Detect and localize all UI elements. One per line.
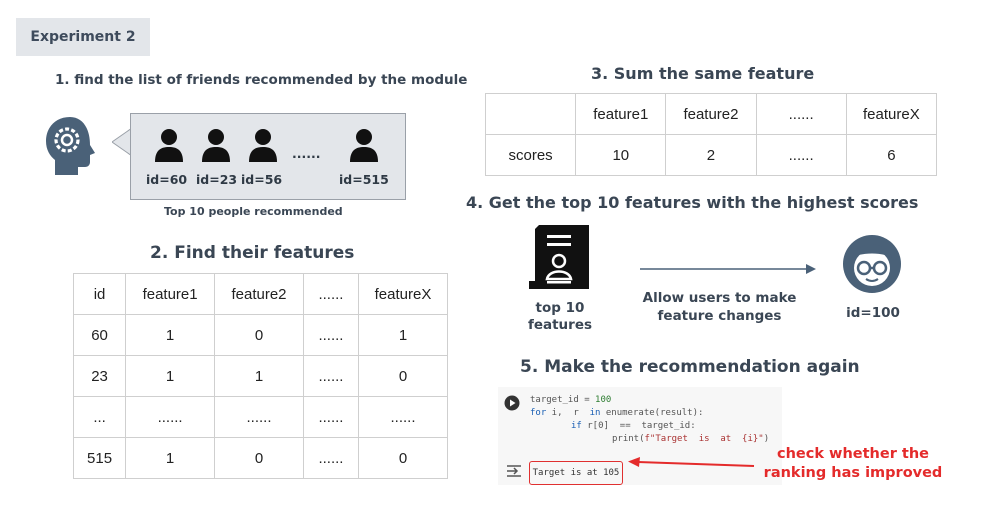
table-cell: feature2 [665, 93, 757, 135]
table-cell: 1 [214, 355, 304, 397]
target-user-id-label: id=100 [846, 305, 900, 321]
table-cell: 6 [845, 134, 938, 176]
table-cell: 1 [125, 437, 216, 479]
step3-title: 3. Sum the same feature [591, 64, 815, 83]
table-cell: 0 [357, 437, 449, 479]
features-table: id feature1 feature2 ...... featureX 60 … [72, 273, 449, 479]
table-cell [484, 93, 577, 135]
table-row: 515 1 0 ...... 0 [72, 437, 449, 479]
person-icon [350, 129, 378, 162]
step5-title: 5. Make the recommendation again [520, 357, 860, 377]
user-with-glasses-icon [843, 235, 901, 293]
person-icon [249, 129, 277, 162]
document-icon [529, 225, 589, 289]
table-cell: ...... [125, 396, 216, 438]
person-id-label: id=56 [241, 172, 283, 187]
scores-table: feature1 feature2 ...... featureX scores… [484, 93, 938, 176]
head-gear-icon [46, 117, 95, 175]
person-icon [155, 129, 183, 162]
feature-changes-label: Allow users to make feature changes [642, 290, 797, 324]
table-cell: feature2 [214, 273, 304, 315]
person-icon [202, 129, 230, 162]
person-id-label: id=60 [146, 172, 188, 187]
person-id-label: id=23 [196, 172, 238, 187]
table-cell: 2 [665, 134, 757, 176]
table-cell: 1 [125, 355, 216, 397]
table-cell: 0 [214, 437, 304, 479]
table-cell: ...... [302, 437, 359, 479]
table-cell: ...... [302, 273, 359, 315]
table-cell: ...... [357, 396, 449, 438]
experiment-badge: Experiment 2 [16, 18, 150, 56]
table-cell: featureX [357, 273, 449, 315]
table-row: 23 1 1 ...... 0 [72, 355, 449, 397]
cell-output: Target is at 105 [529, 461, 623, 485]
code-line: print(f"Target is at {i}") [612, 434, 770, 444]
ellipsis-dots: ...... [292, 146, 321, 161]
table-cell: 23 [72, 355, 127, 397]
table-cell: ...... [755, 93, 847, 135]
table-cell: ...... [302, 314, 359, 356]
table-cell: 60 [72, 314, 127, 356]
table-row: id feature1 feature2 ...... featureX [72, 273, 449, 315]
table-cell: ...... [755, 134, 847, 176]
table-cell: 0 [357, 355, 449, 397]
person-id-label: id=515 [339, 172, 389, 187]
table-cell: feature1 [575, 93, 667, 135]
table-cell: 1 [125, 314, 216, 356]
table-cell: ...... [302, 396, 359, 438]
output-toggle-icon[interactable] [505, 463, 523, 479]
table-cell: ...... [302, 355, 359, 397]
bubble-tail-cover [131, 128, 135, 156]
table-cell: ... [72, 396, 127, 438]
code-line: if r[0] == target_id: [571, 421, 696, 431]
table-row: 60 1 0 ...... 1 [72, 314, 449, 356]
table-cell: featureX [845, 93, 938, 135]
step1-title: 1. find the list of friends recommended … [55, 72, 468, 88]
top10-features-label: top 10 features [527, 300, 593, 333]
code-line: for i, r in enumerate(result): [530, 408, 704, 418]
table-cell: 10 [575, 134, 667, 176]
table-cell: id [72, 273, 127, 315]
arrow-left-icon [628, 457, 755, 467]
code-line: target_id = 100 [530, 395, 612, 405]
table-cell: 1 [357, 314, 449, 356]
table-cell: feature1 [125, 273, 216, 315]
top10-caption: Top 10 people recommended [164, 205, 343, 218]
ranking-note: check whether the ranking has improved [763, 446, 943, 481]
arrow-right-icon [640, 264, 816, 274]
table-cell: 0 [214, 314, 304, 356]
step2-title: 2. Find their features [150, 243, 355, 263]
run-cell-icon[interactable] [504, 395, 520, 411]
table-cell: 515 [72, 437, 127, 479]
table-cell: scores [484, 134, 577, 176]
table-row: ... ...... ...... ...... ...... [72, 396, 449, 438]
step4-title: 4. Get the top 10 features with the high… [466, 193, 919, 212]
table-row: feature1 feature2 ...... featureX [484, 93, 938, 135]
table-cell: ...... [214, 396, 304, 438]
table-row: scores 10 2 ...... 6 [484, 134, 938, 176]
